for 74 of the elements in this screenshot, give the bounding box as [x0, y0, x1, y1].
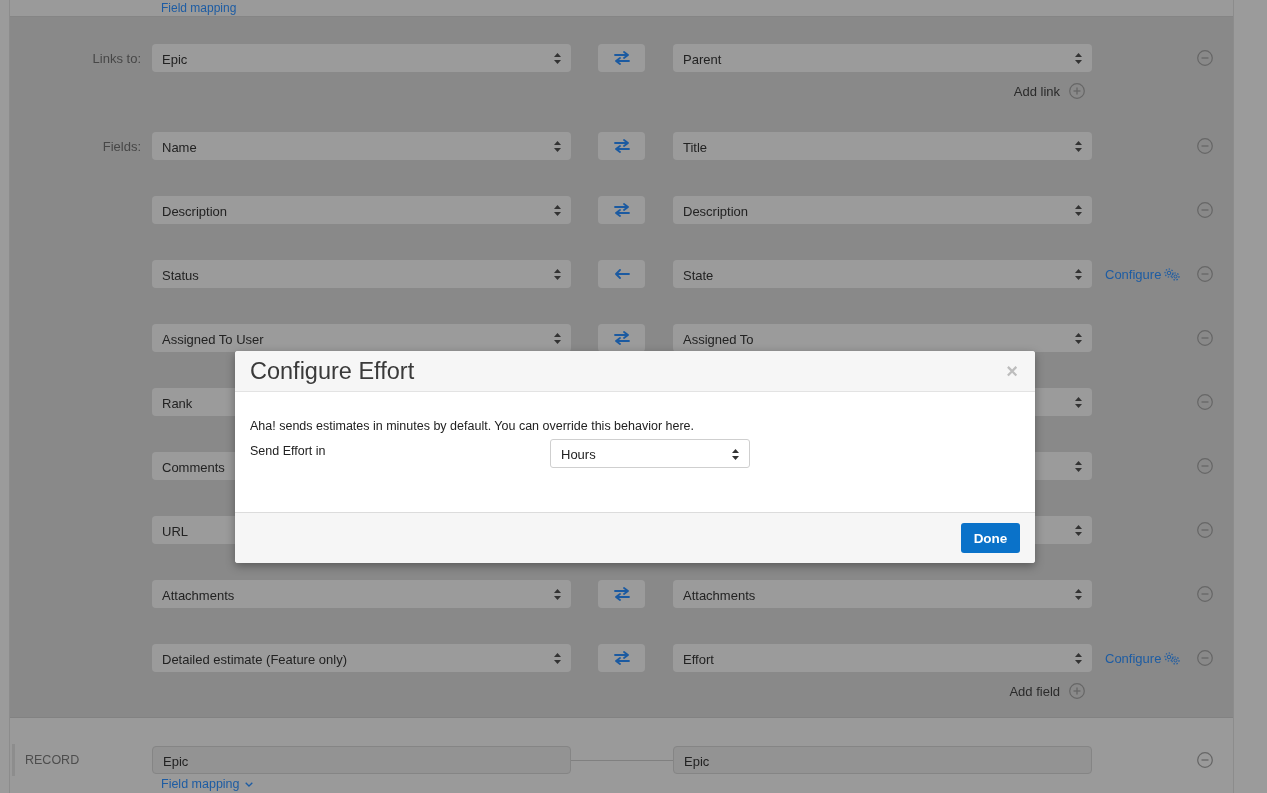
row-label: Fields: [102, 138, 142, 154]
done-button[interactable]: Done [961, 523, 1020, 553]
minus-circle-icon[interactable] [1197, 752, 1213, 768]
updown-caret-icon [732, 449, 739, 460]
gears-icon [1164, 651, 1181, 665]
field-select[interactable]: Description [673, 196, 1092, 224]
minus-circle-icon[interactable] [1197, 266, 1213, 282]
minus-circle-icon[interactable] [1197, 650, 1213, 666]
plus-circle-icon[interactable] [1069, 683, 1085, 699]
field-select[interactable]: Description [152, 196, 571, 224]
field-select[interactable]: Comments [152, 452, 235, 480]
gears-icon [1164, 267, 1181, 281]
swap-arrows-icon [613, 651, 630, 665]
field-select[interactable]: Title [673, 132, 1092, 160]
minus-circle-icon[interactable] [1197, 138, 1213, 154]
plus-circle-icon[interactable] [1069, 83, 1085, 99]
record-field[interactable]: Epic [152, 746, 571, 774]
updown-caret-icon [554, 204, 561, 216]
minus-circle-icon[interactable] [1197, 458, 1213, 474]
updown-caret-icon [1075, 332, 1082, 344]
field-select[interactable] [1035, 516, 1092, 544]
field-select[interactable]: Epic [152, 44, 571, 72]
field-select[interactable]: Effort [673, 644, 1092, 672]
updown-caret-icon [1075, 588, 1082, 600]
updown-caret-icon [1075, 396, 1082, 408]
dialog-title: Configure Effort [250, 357, 415, 385]
updown-caret-icon [1075, 268, 1082, 280]
chevron-down-icon [244, 781, 253, 787]
updown-caret-icon [554, 652, 561, 664]
field-select[interactable]: Attachments [152, 580, 571, 608]
minus-circle-icon[interactable] [1197, 394, 1213, 410]
updown-caret-icon [554, 588, 561, 600]
add-link[interactable]: Add link [1013, 83, 1060, 99]
dialog-message: Aha! sends estimates in minutes by default. You can override this behavior here. [250, 419, 695, 434]
updown-caret-icon [554, 332, 561, 344]
updown-caret-icon [554, 268, 561, 280]
sync-direction-button[interactable] [598, 324, 645, 352]
field-select[interactable]: Parent [673, 44, 1092, 72]
field-select[interactable]: Rank [152, 388, 235, 416]
row-label: Links to: [92, 50, 142, 66]
add-link[interactable]: Add field [1009, 683, 1060, 699]
updown-caret-icon [554, 140, 561, 152]
field-select[interactable] [1035, 388, 1092, 416]
record-field[interactable]: Epic [673, 746, 1092, 774]
field-select[interactable] [1035, 452, 1092, 480]
field-select[interactable]: Detailed estimate (Feature only) [152, 644, 571, 672]
minus-circle-icon[interactable] [1197, 202, 1213, 218]
field-select[interactable]: Attachments [673, 580, 1092, 608]
updown-caret-icon [1075, 652, 1082, 664]
updown-caret-icon [1075, 140, 1082, 152]
updown-caret-icon [1075, 204, 1082, 216]
swap-arrows-icon [613, 587, 630, 601]
minus-circle-icon[interactable] [1197, 330, 1213, 346]
setting-label: Send Effort in [250, 443, 327, 458]
minus-circle-icon[interactable] [1197, 50, 1213, 66]
updown-caret-icon [554, 52, 561, 64]
field-select[interactable]: Status [152, 260, 571, 288]
minus-circle-icon[interactable] [1197, 522, 1213, 538]
unit-select[interactable]: Hours [550, 439, 750, 468]
updown-caret-icon [1075, 52, 1082, 64]
record-label: RECORD [25, 753, 80, 767]
swap-arrows-icon [613, 203, 630, 217]
swap-arrows-icon [613, 331, 630, 345]
swap-arrows-icon [613, 139, 630, 153]
updown-caret-icon [1075, 460, 1082, 472]
field-select[interactable]: Name [152, 132, 571, 160]
field-select[interactable]: Assigned To [673, 324, 1092, 352]
minus-circle-icon[interactable] [1197, 586, 1213, 602]
swap-arrows-icon [613, 51, 630, 65]
field-select[interactable]: URL [152, 516, 235, 544]
updown-caret-icon [1075, 524, 1082, 536]
field-select[interactable]: State [673, 260, 1092, 288]
field-select[interactable]: Assigned To User [152, 324, 571, 352]
left-arrow-icon [613, 269, 630, 279]
